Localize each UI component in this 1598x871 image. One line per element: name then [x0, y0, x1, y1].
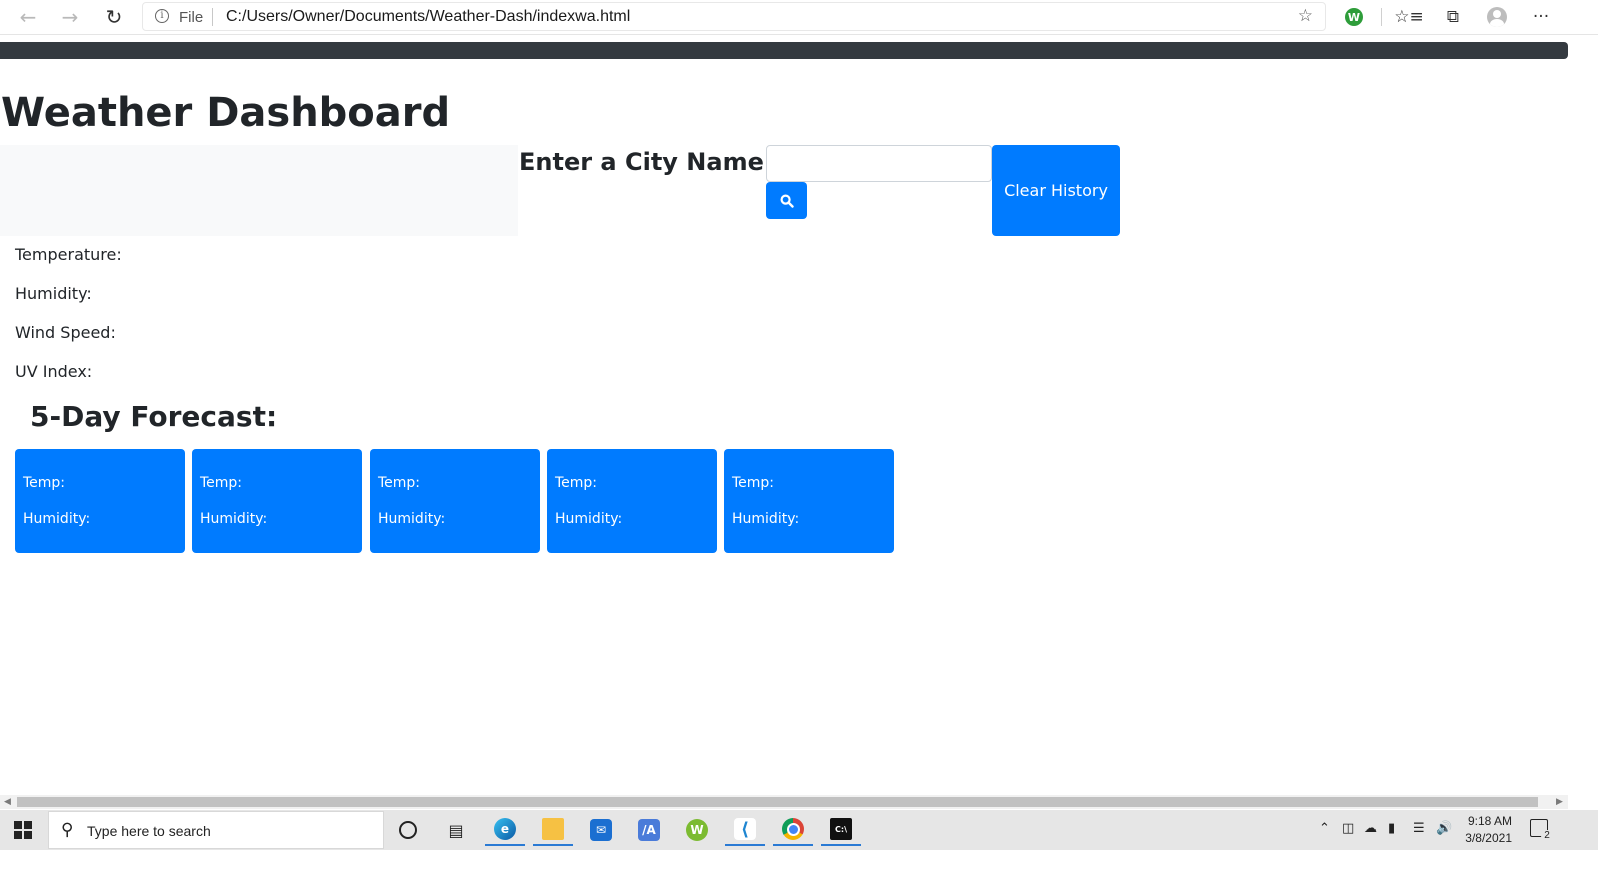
add-favorite-icon[interactable]: ☆: [1298, 6, 1313, 26]
taskbar-app-file-explorer[interactable]: [533, 814, 573, 846]
city-search-label: Enter a City Name:: [519, 148, 774, 176]
horizontal-scrollbar[interactable]: ◀ ▶: [0, 795, 1568, 809]
forecast-card: Temp: Humidity:: [724, 449, 894, 553]
windows-taskbar: ⚲ Type here to search ▤ e ✉ /A W ⟨ C:\ ⌃…: [0, 810, 1598, 850]
favorites-button[interactable]: ☆≡: [1394, 4, 1424, 30]
w-app-icon: W: [686, 819, 708, 841]
terminal-icon: C:\: [830, 818, 852, 840]
forward-button[interactable]: →: [56, 4, 84, 30]
address-bar[interactable]: i File C:/Users/Owner/Documents/Weather-…: [142, 2, 1326, 31]
notification-count: 2: [1541, 830, 1553, 841]
forecast-humidity-label: Humidity:: [555, 511, 623, 527]
humidity-label: Humidity:: [15, 284, 92, 303]
forecast-card: Temp: Humidity:: [192, 449, 362, 553]
task-view-icon: ▤: [448, 820, 464, 840]
address-scheme-label: File: [179, 9, 204, 26]
extension-w-icon: W: [1345, 8, 1363, 26]
page-navbar: [0, 42, 1568, 59]
taskbar-app-chrome[interactable]: [773, 814, 813, 846]
forecast-humidity-label: Humidity:: [23, 511, 91, 527]
show-hidden-icons-icon[interactable]: ⌃: [1319, 821, 1330, 836]
reload-icon: ↻: [105, 5, 123, 29]
reload-button[interactable]: ↻: [100, 4, 128, 30]
taskbar-app-generic[interactable]: /A: [629, 814, 669, 846]
meet-now-icon[interactable]: ◫: [1342, 821, 1354, 836]
volume-icon[interactable]: 🔊: [1436, 821, 1452, 836]
search-history-panel: [0, 145, 518, 236]
forecast-temp-label: Temp:: [23, 475, 66, 491]
taskbar-app-edge[interactable]: e: [485, 814, 525, 846]
forecast-humidity-label: Humidity:: [378, 511, 446, 527]
scroll-left-icon[interactable]: ◀: [4, 795, 11, 809]
browser-toolbar: ← → ↻ i File C:/Users/Owner/Documents/We…: [0, 0, 1598, 35]
more-icon: ···: [1532, 7, 1550, 27]
forecast-card: Temp: Humidity:: [547, 449, 717, 553]
profile-icon: [1487, 7, 1507, 27]
search-button[interactable]: [766, 182, 807, 219]
address-url[interactable]: C:/Users/Owner/Documents/Weather-Dash/in…: [226, 8, 630, 26]
forecast-humidity-label: Humidity:: [732, 511, 800, 527]
more-button[interactable]: ···: [1527, 4, 1555, 30]
uv-index-label: UV Index:: [15, 362, 93, 381]
scrollbar-thumb[interactable]: [17, 797, 1538, 807]
arrow-left-icon: ←: [19, 5, 37, 29]
taskbar-search-box[interactable]: ⚲ Type here to search: [48, 811, 384, 849]
arrow-right-icon: →: [61, 5, 79, 29]
taskbar-app-vscode[interactable]: ⟨: [725, 814, 765, 846]
network-icon[interactable]: ☰: [1413, 821, 1425, 836]
forecast-temp-label: Temp:: [555, 475, 598, 491]
cortana-icon: [399, 821, 417, 839]
page-title: Weather Dashboard: [1, 90, 451, 136]
chrome-icon: [782, 818, 804, 840]
start-button[interactable]: [14, 821, 32, 839]
taskbar-search-placeholder: Type here to search: [87, 823, 211, 839]
cortana-button[interactable]: [388, 814, 428, 846]
collections-button[interactable]: ⧉: [1439, 4, 1467, 30]
collections-icon: ⧉: [1446, 7, 1460, 27]
mail-icon: ✉: [590, 819, 612, 841]
taskbar-app-w[interactable]: W: [677, 814, 717, 846]
taskbar-app-mail[interactable]: ✉: [581, 814, 621, 846]
toolbar-divider: [1381, 8, 1382, 26]
forecast-temp-label: Temp:: [200, 475, 243, 491]
clock-time: 9:18 AM: [1467, 814, 1512, 828]
address-divider: [212, 8, 213, 26]
taskbar-app-terminal[interactable]: C:\: [821, 814, 861, 846]
windows-logo-icon: [14, 821, 22, 829]
scroll-right-icon[interactable]: ▶: [1556, 795, 1563, 809]
vscode-icon: ⟨: [734, 818, 756, 840]
file-explorer-icon: [542, 818, 564, 840]
forecast-temp-label: Temp:: [378, 475, 421, 491]
favorites-icon: ☆≡: [1394, 7, 1424, 27]
temperature-label: Temperature:: [15, 245, 122, 264]
onedrive-icon[interactable]: ☁: [1364, 821, 1377, 836]
task-view-button[interactable]: ▤: [436, 814, 476, 846]
forecast-card: Temp: Humidity:: [370, 449, 540, 553]
clear-history-button[interactable]: Clear History: [992, 145, 1120, 236]
search-icon: [779, 193, 794, 208]
forecast-card: Temp: Humidity:: [15, 449, 185, 553]
app-icon: /A: [638, 819, 660, 841]
forecast-humidity-label: Humidity:: [200, 511, 268, 527]
battery-icon[interactable]: ▮: [1388, 821, 1395, 836]
forecast-title: 5-Day Forecast:: [30, 400, 278, 433]
info-icon[interactable]: i: [155, 9, 169, 23]
clock-date: 3/8/2021: [1465, 831, 1512, 845]
extension-w-button[interactable]: W: [1340, 4, 1368, 30]
wind-speed-label: Wind Speed:: [15, 323, 116, 342]
back-button[interactable]: ←: [14, 4, 42, 30]
system-clock[interactable]: 9:18 AM 3/8/2021: [1462, 813, 1512, 847]
edge-icon: e: [494, 818, 516, 840]
search-icon: ⚲: [61, 820, 74, 840]
city-search-input[interactable]: [766, 145, 992, 182]
forecast-temp-label: Temp:: [732, 475, 775, 491]
profile-button[interactable]: [1483, 4, 1511, 30]
